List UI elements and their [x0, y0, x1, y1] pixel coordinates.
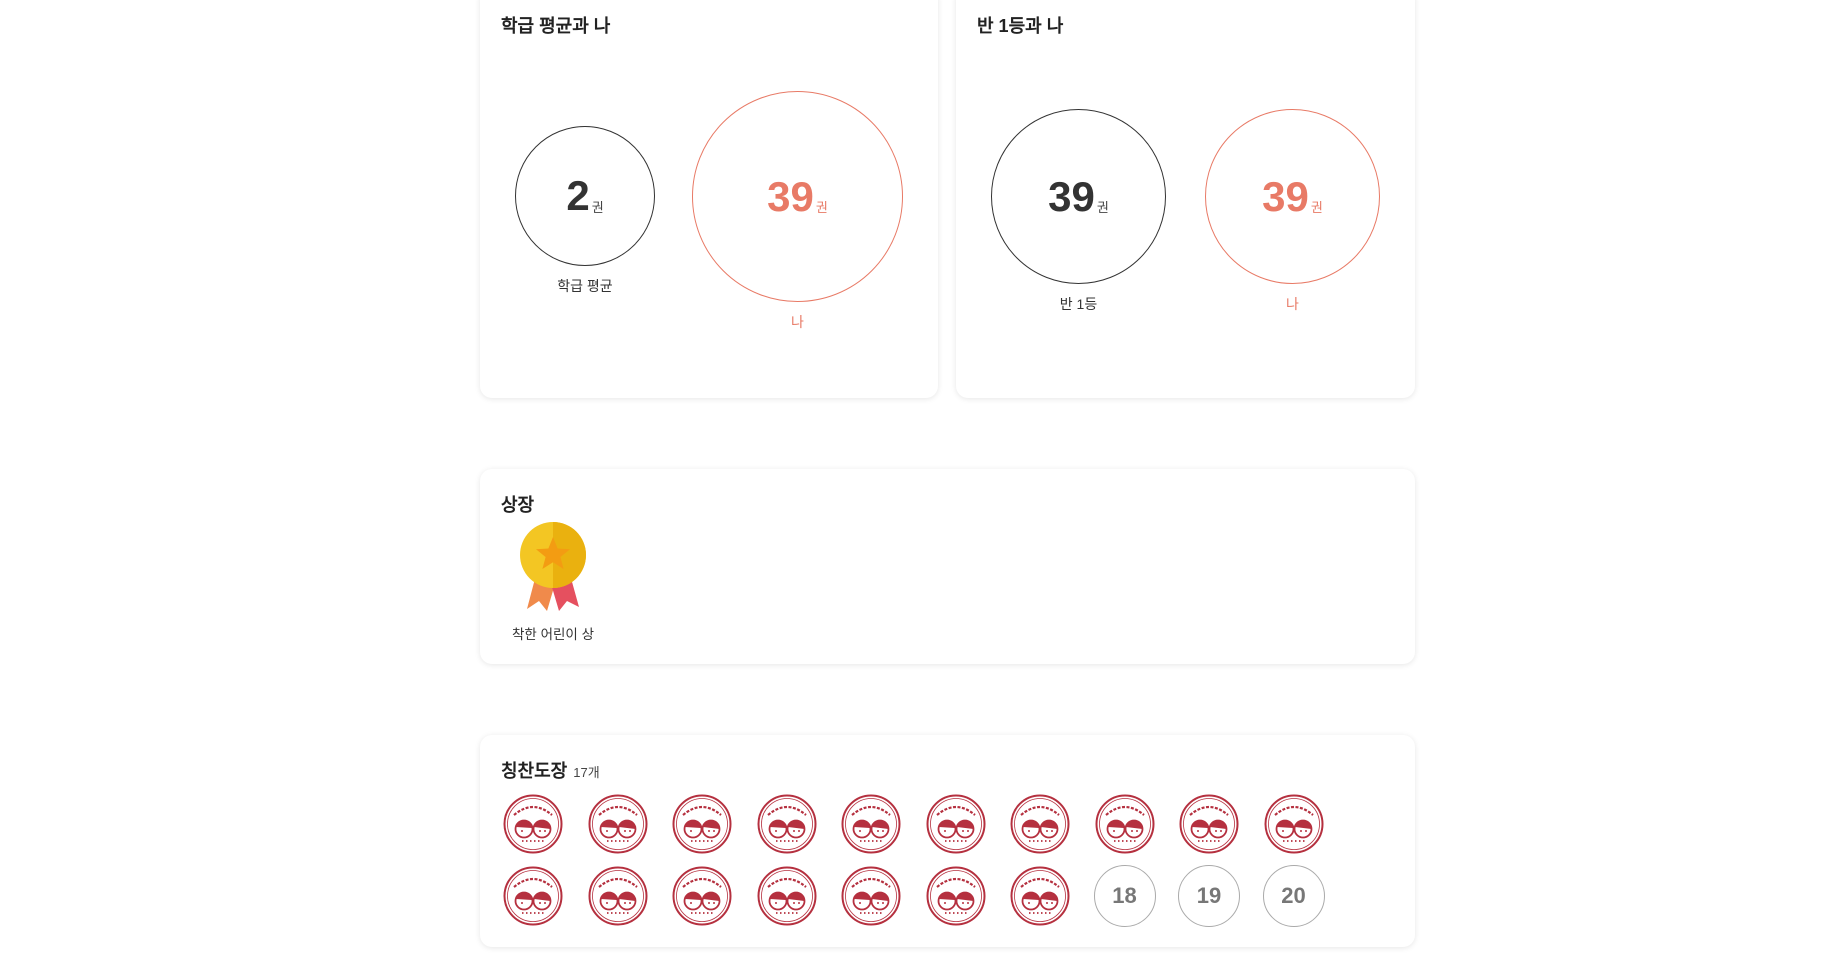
praise-stamps-title: 칭찬도장 17개 — [501, 757, 600, 783]
my-count-unit: 권 — [815, 200, 828, 215]
awards-title: 상장 — [501, 495, 535, 515]
awards-card: 상장 착한 어린이 상 — [480, 469, 1415, 664]
praise-stamp-icon — [587, 865, 649, 927]
my-count-block: 39 권 나 — [692, 91, 903, 332]
award-label: 착한 어린이 상 — [512, 627, 595, 642]
my-count-top-label: 나 — [1286, 296, 1299, 312]
my-count-label: 나 — [791, 314, 804, 330]
stamp-grid: 18 19 20 — [502, 793, 1325, 927]
award-item[interactable]: 착한 어린이 상 — [512, 521, 594, 643]
empty-stamp-slot: 18 — [1093, 865, 1156, 927]
praise-stamps-card: 칭찬도장 17개 18 19 20 — [480, 735, 1415, 947]
my-count-top-unit: 권 — [1310, 200, 1323, 215]
praise-stamp-icon — [840, 793, 902, 855]
praise-stamp-icon — [840, 865, 902, 927]
class-top-card: 반 1등과 나 39 권 반 1등 39 권 나 — [956, 0, 1415, 398]
class-top-circle: 39 권 — [991, 109, 1166, 284]
my-count-top-value: 39 — [1262, 172, 1309, 220]
class-average-unit: 권 — [591, 199, 604, 215]
empty-stamp-slot: 20 — [1262, 865, 1325, 927]
class-average-circle: 2 권 — [515, 126, 655, 266]
my-count-value: 39 — [767, 172, 814, 220]
praise-stamp-icon — [1009, 793, 1071, 855]
praise-stamp-icon — [671, 865, 733, 927]
class-average-title: 학급 평균과 나 — [501, 16, 611, 36]
class-top-value: 39 — [1048, 172, 1095, 220]
medal-icon — [520, 522, 587, 611]
empty-stamp-slot: 19 — [1178, 865, 1240, 927]
class-top-block: 39 권 반 1등 — [991, 109, 1166, 314]
praise-stamp-icon — [925, 865, 987, 927]
class-top-label: 반 1등 — [1059, 296, 1098, 312]
class-average-value: 2 — [566, 172, 590, 219]
praise-stamp-icon — [502, 865, 564, 927]
praise-stamp-icon — [1178, 793, 1240, 855]
praise-stamp-icon — [756, 865, 818, 927]
my-count-top-circle: 39 권 — [1205, 109, 1380, 284]
praise-stamps-count: 17개 — [573, 765, 600, 780]
praise-stamp-icon — [1263, 793, 1325, 855]
class-top-title: 반 1등과 나 — [977, 16, 1064, 36]
praise-stamps-title-text: 칭찬도장 — [501, 761, 568, 781]
praise-stamp-icon — [1009, 865, 1071, 927]
class-average-card: 학급 평균과 나 2 권 학급 평균 39 권 나 — [480, 0, 938, 398]
praise-stamp-icon — [756, 793, 818, 855]
praise-stamp-icon — [502, 793, 564, 855]
praise-stamp-icon — [587, 793, 649, 855]
class-average-label: 학급 평균 — [557, 278, 613, 294]
class-average-block: 2 권 학급 평균 — [515, 126, 655, 296]
class-top-unit: 권 — [1096, 200, 1109, 215]
my-count-top-block: 39 권 나 — [1205, 109, 1380, 314]
my-count-circle: 39 권 — [692, 91, 903, 302]
praise-stamp-icon — [1094, 793, 1156, 855]
praise-stamp-icon — [671, 793, 733, 855]
praise-stamp-icon — [925, 793, 987, 855]
